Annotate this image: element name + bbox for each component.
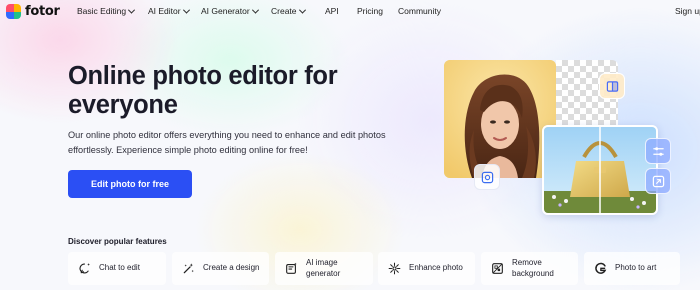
features-heading: Discover popular features <box>68 237 167 246</box>
chevron-down-icon <box>251 6 259 14</box>
feature-chat-to-edit[interactable]: Chat to edit <box>68 252 166 285</box>
feature-remove-background[interactable]: Remove background <box>481 252 578 285</box>
nav-label: AI Editor <box>148 6 181 16</box>
nav-label: Basic Editing <box>77 6 127 16</box>
feature-label: Chat to edit <box>99 263 140 273</box>
split-view-icon <box>606 80 618 92</box>
chevron-down-icon <box>182 6 190 14</box>
nav-pricing[interactable]: Pricing <box>357 6 383 16</box>
ai-image-icon <box>286 262 297 274</box>
signup-link[interactable]: Sign up <box>675 6 700 16</box>
magic-wand-icon <box>183 263 194 274</box>
sliders-icon <box>652 146 664 156</box>
feature-label: Remove background <box>512 258 554 278</box>
feature-enhance-photo[interactable]: Enhance photo <box>378 252 475 285</box>
page-title: Online photo editor for everyone <box>68 62 338 119</box>
chat-edit-icon <box>79 263 90 274</box>
feature-label: AI image generator <box>306 258 341 278</box>
resize-tool-button[interactable] <box>645 168 671 194</box>
hero-subtitle: Our online photo editor offers everythin… <box>68 130 386 155</box>
portrait-illustration <box>444 60 556 178</box>
feature-create-design[interactable]: Create a design <box>172 252 269 285</box>
nav-label: Community <box>398 6 441 16</box>
feature-label: Photo to art <box>615 263 657 273</box>
resize-icon <box>652 175 664 187</box>
handbag-illustration <box>544 127 656 213</box>
handbag-photo <box>542 125 658 215</box>
feature-photo-to-art[interactable]: Photo to art <box>584 252 680 285</box>
fotor-logo[interactable]: fotor <box>6 4 60 19</box>
enhance-icon <box>388 262 401 275</box>
fotor-logo-icon <box>6 4 21 19</box>
layers-tool-button[interactable] <box>599 73 625 99</box>
chevron-down-icon <box>128 6 136 14</box>
enhance-tool-button[interactable] <box>474 164 500 190</box>
top-nav: fotor Basic Editing AI Editor AI Generat… <box>0 0 700 24</box>
nav-label: API <box>325 6 339 16</box>
portrait-photo <box>444 60 556 178</box>
nav-ai-editor[interactable]: AI Editor <box>148 6 190 16</box>
nav-label: Pricing <box>357 6 383 16</box>
nav-community[interactable]: Community <box>398 6 441 16</box>
chevron-down-icon <box>298 6 306 14</box>
edit-photo-button[interactable]: Edit photo for free <box>68 170 192 198</box>
nav-label: Create <box>271 6 297 16</box>
feature-label: Create a design <box>203 263 260 273</box>
nav-basic-editing[interactable]: Basic Editing <box>77 6 136 16</box>
face-enhance-icon <box>481 171 493 183</box>
nav-api[interactable]: API <box>325 6 339 16</box>
brand-name: fotor <box>25 4 60 19</box>
nav-label: AI Generator <box>201 6 250 16</box>
art-icon <box>595 262 607 274</box>
signup-label: Sign up <box>675 6 700 16</box>
feature-ai-image-generator[interactable]: AI image generator <box>275 252 373 285</box>
nav-create[interactable]: Create <box>271 6 306 16</box>
remove-bg-icon <box>492 263 503 274</box>
feature-label: Enhance photo <box>409 263 463 273</box>
nav-ai-generator[interactable]: AI Generator <box>201 6 259 16</box>
adjust-tool-button[interactable] <box>645 138 671 164</box>
